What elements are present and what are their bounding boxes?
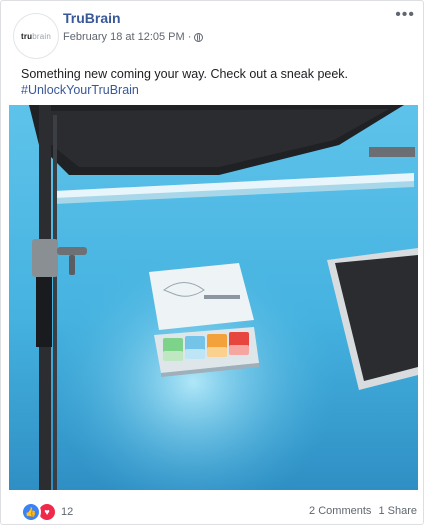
avatar-text-light: brain xyxy=(32,31,52,41)
hashtag-link[interactable]: #UnlockYourTruBrain xyxy=(21,82,411,98)
page-name-link[interactable]: TruBrain xyxy=(63,10,121,26)
comments-count-link[interactable]: 2 Comments xyxy=(309,505,371,517)
avatar-text-bold: tru xyxy=(20,31,33,41)
post-header: tru brain TruBrain February 18 at 12:05 P… xyxy=(1,1,424,61)
globe-icon xyxy=(194,32,204,42)
meta-separator: · xyxy=(187,31,192,43)
post-body-text: Something new coming your way. Check out… xyxy=(21,67,349,81)
more-options-icon[interactable]: ••• xyxy=(395,7,415,23)
post-text: Something new coming your way. Check out… xyxy=(21,66,411,98)
post-photo[interactable] xyxy=(9,105,418,490)
post-timestamp[interactable]: February 18 at 12:05 PM xyxy=(63,31,185,43)
photo-illustration xyxy=(9,105,418,490)
shares-count-link[interactable]: 1 Share xyxy=(378,505,417,517)
reaction-count: 12 xyxy=(61,506,74,518)
reactions-summary[interactable]: 👍 ♥ 12 xyxy=(21,502,73,522)
post-meta: February 18 at 12:05 PM · xyxy=(63,31,204,43)
avatar[interactable]: tru brain xyxy=(13,13,59,59)
engagement-counts: 2 Comments 1 Share xyxy=(309,505,417,517)
stand-clamp xyxy=(32,239,58,277)
like-reaction-icon: 👍 xyxy=(21,502,41,522)
facebook-post: tru brain TruBrain February 18 at 12:05 P… xyxy=(0,0,424,525)
post-footer: 👍 ♥ 12 2 Comments 1 Share xyxy=(1,495,424,525)
